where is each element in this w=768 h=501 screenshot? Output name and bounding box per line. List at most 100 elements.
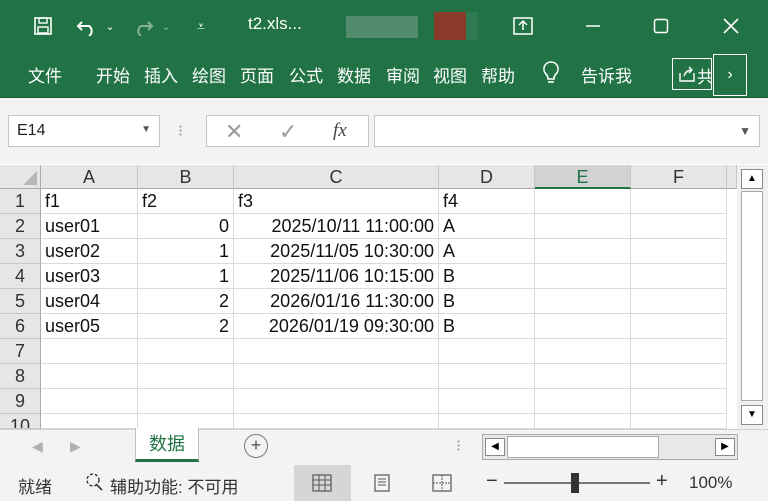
table-cell[interactable] <box>631 239 727 264</box>
prev-sheet-icon[interactable]: ◀ <box>32 438 43 455</box>
select-all-corner[interactable] <box>0 165 41 189</box>
table-cell[interactable] <box>631 339 727 364</box>
menu-page-layout[interactable]: 页面 <box>240 62 284 87</box>
row-header[interactable]: 3 <box>0 239 41 264</box>
table-cell[interactable] <box>439 339 535 364</box>
row-header[interactable]: 2 <box>0 214 41 239</box>
row-header[interactable]: 4 <box>0 264 41 289</box>
scroll-left-icon[interactable]: ◀ <box>485 438 505 456</box>
sheet-tab-active[interactable]: 数据 <box>135 428 199 462</box>
customize-toolbar-icon[interactable]: ⩡ <box>192 0 210 52</box>
menu-view[interactable]: 视图 <box>433 62 467 87</box>
table-cell[interactable] <box>439 389 535 414</box>
table-cell[interactable] <box>234 414 439 429</box>
row-header[interactable]: 7 <box>0 339 41 364</box>
row-header[interactable]: 8 <box>0 364 41 389</box>
column-header[interactable]: A <box>41 165 138 189</box>
page-break-preview-icon[interactable] <box>432 474 452 497</box>
menu-formulas[interactable]: 公式 <box>289 62 323 87</box>
menu-review[interactable]: 审阅 <box>386 62 420 87</box>
table-cell[interactable] <box>535 239 631 264</box>
drag-handle-icon[interactable]: ⁝ <box>456 436 461 456</box>
table-cell[interactable] <box>535 264 631 289</box>
table-cell[interactable] <box>535 339 631 364</box>
table-cell[interactable] <box>631 189 727 214</box>
menu-help[interactable]: 帮助 <box>481 62 515 87</box>
add-sheet-icon[interactable]: + <box>244 434 268 458</box>
row-header[interactable]: 5 <box>0 289 41 314</box>
scroll-up-icon[interactable]: ▲ <box>741 169 763 189</box>
table-cell[interactable]: 1 <box>138 264 234 289</box>
column-header-selected[interactable]: E <box>535 165 631 189</box>
row-header[interactable]: 10 <box>0 414 41 429</box>
undo-dropdown-icon[interactable]: ⌄ <box>102 0 118 52</box>
zoom-level[interactable]: 100% <box>689 473 732 493</box>
table-cell[interactable]: f2 <box>138 189 234 214</box>
table-cell[interactable] <box>138 339 234 364</box>
table-cell[interactable]: A <box>439 239 535 264</box>
table-cell[interactable]: 0 <box>138 214 234 239</box>
column-header[interactable]: C <box>234 165 439 189</box>
chevron-down-icon[interactable]: ▼ <box>141 124 151 135</box>
row-header[interactable]: 1 <box>0 189 41 214</box>
table-cell[interactable] <box>535 289 631 314</box>
table-cell[interactable]: 2 <box>138 289 234 314</box>
formula-input[interactable]: ▼ <box>374 115 760 147</box>
table-cell[interactable]: A <box>439 214 535 239</box>
ribbon-display-icon[interactable] <box>508 0 538 52</box>
table-cell[interactable]: user02 <box>41 239 138 264</box>
table-cell[interactable]: 2025/11/06 10:15:00 <box>234 264 439 289</box>
table-cell[interactable]: f3 <box>234 189 439 214</box>
scroll-down-icon[interactable]: ▼ <box>741 405 763 425</box>
table-cell[interactable] <box>535 364 631 389</box>
tell-me-search[interactable]: 告诉我 <box>581 62 632 87</box>
page-layout-icon[interactable] <box>372 474 392 497</box>
accessibility-status[interactable]: 辅助功能: 不可用 <box>110 473 238 498</box>
undo-icon[interactable] <box>72 0 102 52</box>
table-cell[interactable] <box>138 389 234 414</box>
zoom-in-button[interactable]: + <box>656 470 668 493</box>
table-cell[interactable]: user03 <box>41 264 138 289</box>
maximize-icon[interactable] <box>646 0 676 52</box>
ribbon-scroll-right-icon[interactable]: › <box>713 54 747 96</box>
horizontal-scrollbar[interactable]: ◀ ▶ <box>482 434 738 460</box>
drag-handle-icon[interactable]: ⁝ <box>178 121 183 141</box>
insert-function-icon[interactable]: fx <box>333 120 347 142</box>
zoom-slider-thumb[interactable] <box>571 473 579 493</box>
menu-data[interactable]: 数据 <box>337 62 371 87</box>
row-header[interactable]: 6 <box>0 314 41 339</box>
menu-insert[interactable]: 插入 <box>144 62 178 87</box>
table-cell[interactable] <box>439 364 535 389</box>
table-cell[interactable] <box>631 264 727 289</box>
normal-view-icon[interactable] <box>294 465 351 501</box>
accessibility-icon[interactable] <box>84 472 106 499</box>
table-cell[interactable] <box>535 189 631 214</box>
table-cell[interactable]: 2 <box>138 314 234 339</box>
table-cell[interactable]: 2026/01/16 11:30:00 <box>234 289 439 314</box>
table-cell[interactable]: user04 <box>41 289 138 314</box>
cancel-icon[interactable]: ✕ <box>225 119 243 145</box>
table-cell[interactable]: 2025/11/05 10:30:00 <box>234 239 439 264</box>
name-box[interactable]: E14 ▼ <box>8 115 160 147</box>
table-cell[interactable] <box>535 414 631 429</box>
menu-file[interactable]: 文件 <box>28 62 62 87</box>
table-cell[interactable] <box>41 364 138 389</box>
column-header[interactable]: D <box>439 165 535 189</box>
column-header[interactable]: F <box>631 165 727 189</box>
table-cell[interactable]: B <box>439 264 535 289</box>
table-cell[interactable]: 1 <box>138 239 234 264</box>
table-cell[interactable] <box>535 314 631 339</box>
table-cell[interactable] <box>535 214 631 239</box>
next-sheet-icon[interactable]: ▶ <box>70 438 81 455</box>
table-cell[interactable] <box>631 364 727 389</box>
table-cell[interactable]: user05 <box>41 314 138 339</box>
scroll-thumb[interactable] <box>507 436 659 458</box>
table-cell[interactable]: f1 <box>41 189 138 214</box>
table-cell[interactable]: 2025/10/11 11:00:00 <box>234 214 439 239</box>
table-cell[interactable]: B <box>439 289 535 314</box>
table-cell[interactable] <box>631 214 727 239</box>
save-icon[interactable] <box>28 0 58 52</box>
table-cell[interactable] <box>234 389 439 414</box>
minimize-icon[interactable] <box>578 0 608 52</box>
table-cell[interactable]: f4 <box>439 189 535 214</box>
